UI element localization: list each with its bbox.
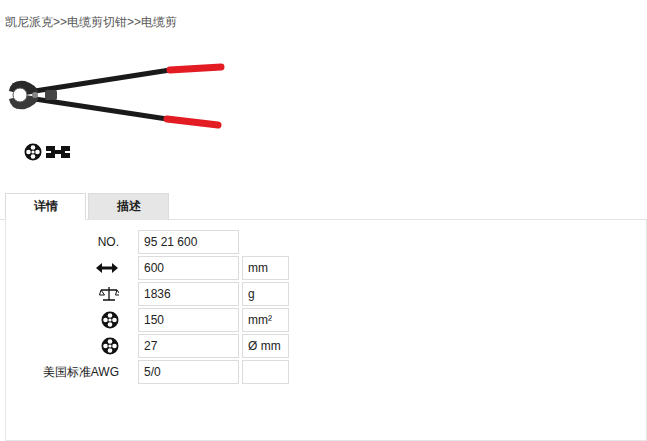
cable-cutting-icon xyxy=(45,143,71,161)
cable-section-icon xyxy=(101,311,119,329)
spec-row: 150mm² xyxy=(6,308,646,332)
feature-badges xyxy=(24,143,647,161)
cable-diameter-icon xyxy=(101,337,119,355)
spec-row: 1836g xyxy=(6,282,646,306)
spec-label xyxy=(6,262,135,274)
spec-unit: mm² xyxy=(242,308,289,332)
tab[interactable]: 描述 xyxy=(88,193,169,220)
cable-cutter-icon xyxy=(5,57,230,137)
spec-row: 美国标准AWG5/0 xyxy=(6,360,646,384)
length-arrow-icon xyxy=(95,262,119,274)
spec-value: 150 xyxy=(138,308,239,332)
spec-label: NO. xyxy=(6,235,135,249)
spec-label xyxy=(6,286,135,302)
spec-value: 600 xyxy=(138,256,239,280)
details-panel: NO.95 21 600600mm1836g150mm²27Ø mm美国标准AW… xyxy=(5,220,647,441)
spec-unit: mm xyxy=(242,256,289,280)
spec-value: 95 21 600 xyxy=(138,230,239,254)
spec-row: 600mm xyxy=(6,256,646,280)
spec-row: 27Ø mm xyxy=(6,334,646,358)
spec-label: 美国标准AWG xyxy=(6,364,135,381)
spec-row: NO.95 21 600 xyxy=(6,230,646,254)
spec-label xyxy=(6,311,135,329)
scale-icon xyxy=(99,286,119,302)
breadcrumb[interactable]: 凯尼派克>>电缆剪切钳>>电缆剪 xyxy=(0,0,647,29)
spec-unit xyxy=(242,360,289,384)
product-page: 凯尼派克>>电缆剪切钳>>电缆剪详情描述NO.95 21 600600mm183… xyxy=(0,0,647,441)
cable-section-icon xyxy=(24,143,42,161)
tab[interactable]: 详情 xyxy=(5,193,86,220)
spec-value: 5/0 xyxy=(138,360,239,384)
spec-value: 27 xyxy=(138,334,239,358)
tab-bar: 详情描述 xyxy=(0,193,647,220)
spec-label xyxy=(6,337,135,355)
spec-unit: Ø mm xyxy=(242,334,289,358)
spec-value: 1836 xyxy=(138,282,239,306)
spec-unit: g xyxy=(242,282,289,306)
